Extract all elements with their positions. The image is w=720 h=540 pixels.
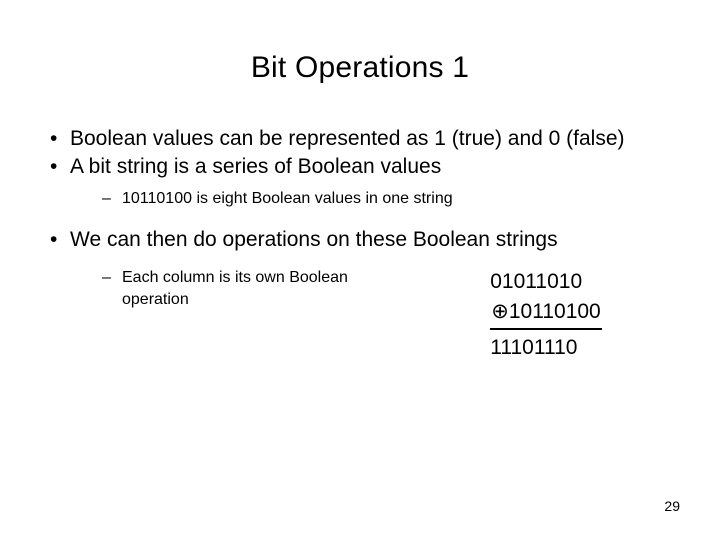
page-number: 29 <box>664 498 680 514</box>
sub-bullet-marker: – <box>102 269 111 286</box>
bit-operand-first: 01011010 <box>490 270 583 293</box>
xor-icon: ⊕ <box>491 300 509 323</box>
bit-operand-second-row: ⊕10110100 <box>490 297 602 330</box>
bit-result: 11101110 <box>490 336 578 359</box>
bit-operation-block: 01011010 ⊕10110100 11101110 <box>490 267 602 363</box>
two-column-region: – Each column is its own Boolean operati… <box>30 267 692 363</box>
bit-operand-second: 10110100 <box>508 300 601 323</box>
column-left: – Each column is its own Boolean operati… <box>30 267 390 313</box>
sub-bullet-text-line1: Each column is its own <box>122 269 285 286</box>
bullet-marker: • <box>50 228 58 251</box>
sub-bullet-item-1: – 10110100 is eight Boolean values in on… <box>30 188 692 209</box>
bullet-text: Boolean values can be represented as 1 (… <box>70 127 625 150</box>
bullet-item-1: • Boolean values can be represented as 1… <box>30 126 692 152</box>
bullet-marker: • <box>50 155 58 178</box>
sub-bullet-text: 10110100 is eight Boolean values in one … <box>122 190 453 207</box>
slide: Bit Operations 1 • Boolean values can be… <box>0 0 720 540</box>
bullet-text: We can then do operations on these Boole… <box>70 228 558 251</box>
page-title: Bit Operations 1 <box>250 51 470 84</box>
column-right: 01011010 ⊕10110100 11101110 <box>390 267 692 363</box>
bullet-text: A bit string is a series of Boolean valu… <box>70 155 442 178</box>
sub-bullet-marker: – <box>102 190 111 207</box>
bullet-item-3: • We can then do operations on these Boo… <box>30 227 692 253</box>
bullet-marker: • <box>50 127 58 150</box>
bullet-item-2: • A bit string is a series of Boolean va… <box>30 154 692 180</box>
slide-body: • Boolean values can be represented as 1… <box>30 126 692 363</box>
sub-bullet-item-2: – Each column is its own Boolean operati… <box>30 267 390 311</box>
